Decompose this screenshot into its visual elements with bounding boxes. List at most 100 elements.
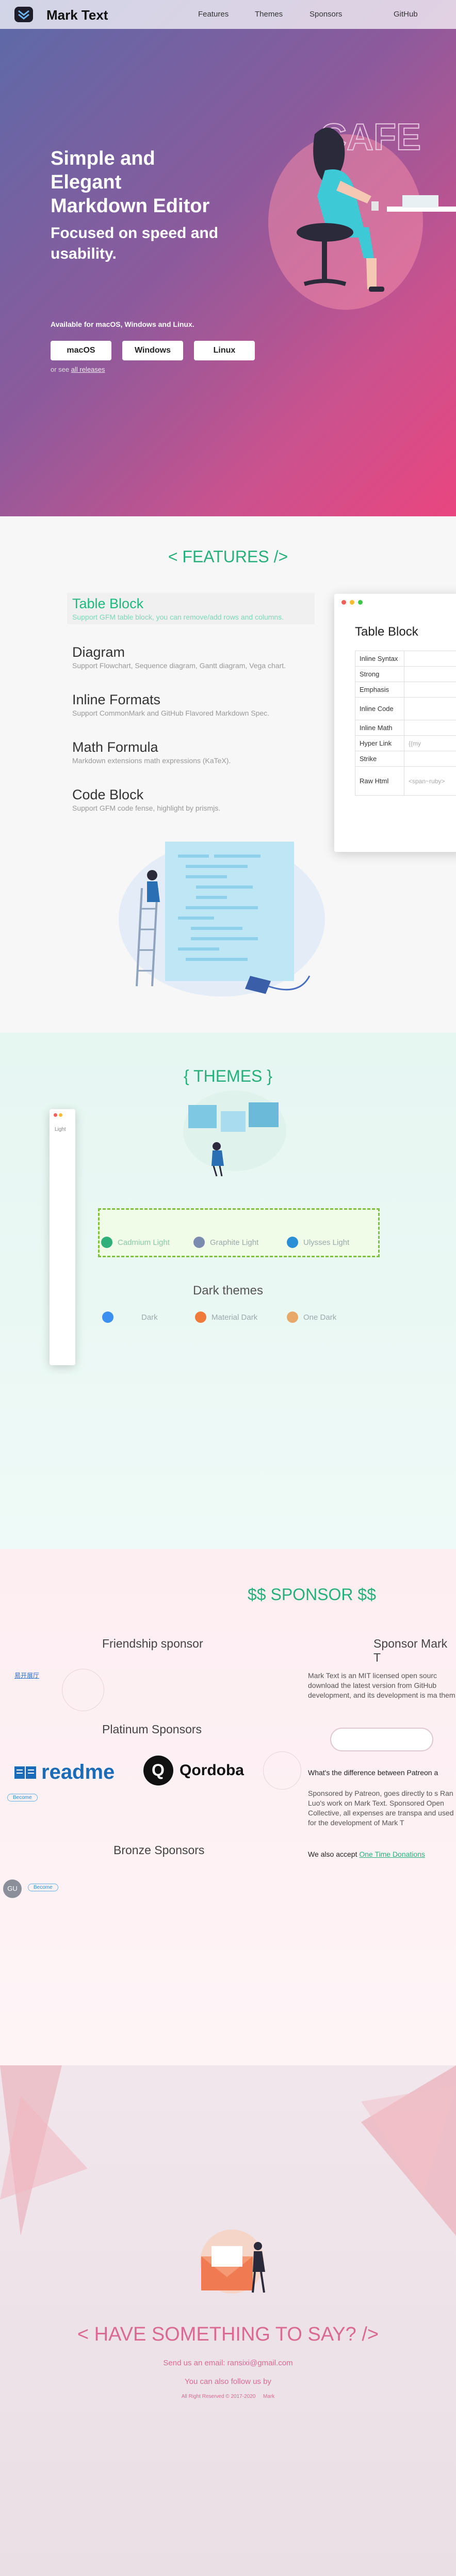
theme-name: Dark bbox=[141, 1313, 158, 1322]
all-releases-link[interactable]: all releases bbox=[71, 366, 105, 373]
readme-logo-icon bbox=[14, 1766, 36, 1779]
table-cell: Inline Syntax bbox=[355, 651, 404, 667]
table-row: Inline Code bbox=[355, 697, 456, 720]
brand-name[interactable]: Mark Text bbox=[46, 7, 108, 23]
linux-download-button[interactable]: Linux bbox=[194, 341, 255, 360]
mark-text-logo-icon[interactable] bbox=[14, 7, 33, 22]
feature-desc: Support GFM table block, you can remove/… bbox=[72, 613, 284, 621]
light-themes-highlight bbox=[98, 1208, 380, 1257]
readme-sponsor[interactable]: readme bbox=[14, 1761, 115, 1784]
friendship-sponsor-image[interactable]: 易开展厅 bbox=[14, 1671, 39, 1680]
check-icon bbox=[101, 1237, 112, 1248]
color-swatch-icon bbox=[102, 1311, 113, 1323]
demo-table: Inline Syntax Strong Emphasis Inline Cod… bbox=[355, 651, 456, 796]
minimize-dot-icon bbox=[350, 600, 354, 605]
minimize-dot-icon bbox=[59, 1113, 62, 1117]
nav-link-themes[interactable]: Themes bbox=[255, 10, 283, 19]
windows-download-button[interactable]: Windows bbox=[122, 341, 183, 360]
bronze-sponsor-avatar[interactable]: GU bbox=[3, 1879, 22, 1898]
right-sponsor-heading: Sponsor Mark T bbox=[373, 1637, 448, 1664]
theme-option-cadmium-light[interactable]: Cadmium Light bbox=[101, 1237, 170, 1248]
patreon-button[interactable] bbox=[330, 1728, 433, 1751]
close-dot-icon bbox=[54, 1113, 57, 1117]
email-link[interactable]: ransixi@gmail.com bbox=[227, 2359, 293, 2367]
theme-option-material-dark[interactable]: Material Dark bbox=[195, 1311, 257, 1323]
right-sponsor-question: What's the difference between Patreon a bbox=[308, 1768, 438, 1777]
theme-name: Ulysses Light bbox=[303, 1238, 350, 1247]
table-cell bbox=[404, 720, 456, 736]
table-row: Emphasis bbox=[355, 682, 456, 698]
table-block-window: Table Block Inline Syntax Strong Emphasi… bbox=[334, 594, 456, 852]
feature-title: Table Block bbox=[72, 596, 144, 611]
qordoba-logo-icon: Q bbox=[143, 1756, 173, 1785]
sponsor-placeholder-circle bbox=[263, 1751, 301, 1790]
right-sponsor-para1: Mark Text is an MIT licensed open sourc … bbox=[308, 1671, 456, 1699]
one-time-donations-link[interactable]: One Time Donations bbox=[359, 1850, 425, 1858]
follow-line: You can also follow us by bbox=[185, 2377, 271, 2386]
color-swatch-icon bbox=[287, 1311, 298, 1323]
table-cell: <span~ruby> bbox=[404, 766, 456, 796]
nav-link-features[interactable]: Features bbox=[198, 10, 229, 19]
hero-subtitle: Focused on speed and usability. bbox=[51, 225, 219, 262]
table-cell: Inline Math bbox=[355, 720, 404, 736]
feature-item-math-formula[interactable]: Math Formula Markdown extensions math ex… bbox=[72, 739, 340, 765]
table-cell: Emphasis bbox=[355, 682, 404, 698]
theme-option-graphite-light[interactable]: Graphite Light bbox=[193, 1237, 258, 1248]
hero-title: Simple and Elegant Markdown Editor bbox=[51, 148, 210, 217]
feature-title: Inline Formats bbox=[72, 692, 161, 707]
preview-label: Light bbox=[55, 1127, 66, 1132]
accept-text: We also accept bbox=[308, 1850, 357, 1858]
themes-title: { THEMES } bbox=[184, 1067, 272, 1085]
platinum-heading: Platinum Sponsors bbox=[102, 1722, 202, 1736]
feature-item-table-block[interactable]: Table Block Support GFM table block, you… bbox=[67, 593, 315, 624]
become-bronze-button[interactable]: Become bbox=[28, 1884, 58, 1891]
theme-option-one-dark[interactable]: One Dark bbox=[287, 1311, 336, 1323]
theme-option-dark[interactable]: Dark bbox=[102, 1311, 158, 1323]
table-row: Strong bbox=[355, 666, 456, 682]
theme-name: Graphite Light bbox=[210, 1238, 259, 1247]
table-row: Strike bbox=[355, 751, 456, 767]
qordoba-sponsor[interactable]: Q Qordoba bbox=[143, 1756, 244, 1785]
become-platinum-button[interactable]: Become bbox=[7, 1794, 38, 1801]
nav-link-github[interactable]: GitHub bbox=[394, 10, 418, 19]
feature-item-diagram[interactable]: Diagram Support Flowchart, Sequence diag… bbox=[72, 644, 340, 670]
friendship-heading: Friendship sponsor bbox=[102, 1637, 203, 1650]
older-prefix: or see bbox=[51, 366, 70, 373]
email-label: Send us an email: bbox=[163, 2359, 225, 2367]
table-cell bbox=[404, 651, 456, 667]
copyright-line: All Right Reserved © 2017-2020 Mark bbox=[0, 2394, 456, 2399]
feature-item-code-block[interactable]: Code Block Support GFM code fense, highl… bbox=[72, 787, 340, 812]
table-cell bbox=[404, 751, 456, 767]
macos-download-button[interactable]: macOS bbox=[51, 341, 111, 360]
feature-desc: Markdown extensions math expressions (Ka… bbox=[72, 756, 231, 765]
dark-themes-title: Dark themes bbox=[192, 1284, 264, 1298]
feature-title: Diagram bbox=[72, 644, 125, 660]
page: Simple and Elegant Markdown Editor Focus… bbox=[0, 0, 456, 2576]
table-row: Raw Html <span~ruby> bbox=[355, 766, 456, 796]
table-row: Inline Syntax bbox=[355, 651, 456, 667]
themes-illustration bbox=[183, 1091, 286, 1177]
feature-item-inline-formats[interactable]: Inline Formats Support CommonMark and Gi… bbox=[72, 692, 340, 717]
feature-desc: Support CommonMark and GitHub Flavored M… bbox=[72, 709, 270, 717]
mail-illustration bbox=[200, 2230, 265, 2294]
color-swatch-icon bbox=[287, 1237, 298, 1248]
theme-option-ulysses-light[interactable]: Ulysses Light bbox=[287, 1237, 349, 1248]
footer-section bbox=[0, 2065, 456, 2576]
nav-link-sponsors[interactable]: Sponsors bbox=[310, 10, 342, 19]
table-cell: Hyper Link bbox=[355, 735, 404, 751]
feature-title: Math Formula bbox=[72, 739, 158, 755]
copyright-text: All Right Reserved © 2017-2020 bbox=[181, 2394, 256, 2399]
feature-desc: Support GFM code fense, highlight by pri… bbox=[72, 804, 221, 812]
readme-wordmark: readme bbox=[41, 1761, 115, 1783]
feature-title: Code Block bbox=[72, 787, 144, 802]
one-time-donation-line: We also accept One Time Donations bbox=[308, 1850, 456, 1859]
sponsors-title: $$ SPONSOR $$ bbox=[248, 1585, 376, 1604]
contact-title: < HAVE SOMETHING TO SAY? /> bbox=[77, 2324, 379, 2345]
table-cell: Raw Html bbox=[355, 766, 404, 796]
window-title: Table Block bbox=[355, 625, 418, 639]
maximize-dot-icon bbox=[358, 600, 363, 605]
theme-preview-window: Light bbox=[50, 1109, 75, 1365]
color-swatch-icon bbox=[193, 1237, 205, 1248]
table-cell: Strong bbox=[355, 666, 404, 682]
mark-text-link[interactable]: Mark bbox=[263, 2394, 274, 2399]
